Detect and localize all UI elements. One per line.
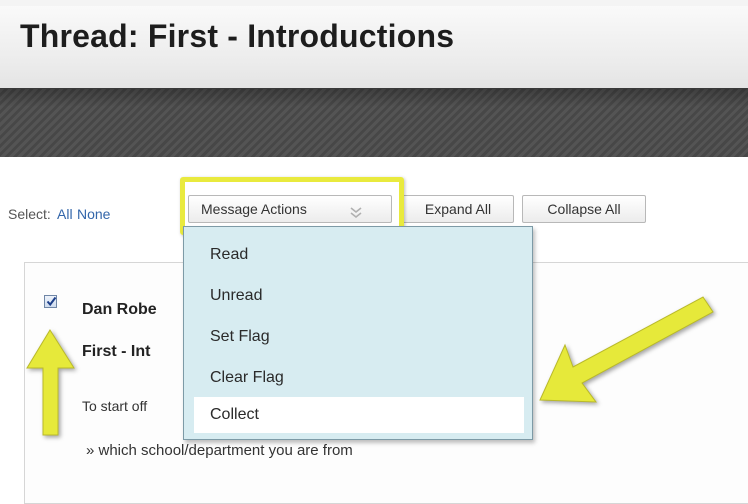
checkmark-icon (46, 296, 57, 307)
message-checkbox[interactable] (44, 295, 57, 308)
select-label: Select: (8, 206, 51, 222)
collapse-all-button[interactable]: Collapse All (522, 195, 646, 223)
menu-item-set-flag[interactable]: Set Flag (194, 319, 524, 355)
message-bullet: » which school/department you are from (86, 442, 353, 459)
menu-item-clear-flag[interactable]: Clear Flag (194, 360, 524, 396)
menu-item-unread[interactable]: Unread (194, 278, 524, 314)
header-top-edge (0, 0, 748, 6)
select-none-link[interactable]: None (77, 206, 110, 222)
header-banner (0, 88, 748, 157)
message-actions-menu: Read Unread Set Flag Clear Flag Collect (183, 226, 533, 440)
expand-all-button[interactable]: Expand All (402, 195, 514, 223)
menu-item-collect[interactable]: Collect (194, 397, 524, 433)
page-title: Thread: First - Introductions (20, 18, 455, 54)
message-subject[interactable]: First - Int (82, 343, 150, 361)
select-all-link[interactable]: All (57, 206, 73, 222)
message-body-start: To start off (82, 398, 148, 414)
menu-item-read[interactable]: Read (194, 237, 524, 273)
message-author[interactable]: Dan Robe (82, 301, 157, 319)
page-header: Thread: First - Introductions (0, 0, 748, 88)
